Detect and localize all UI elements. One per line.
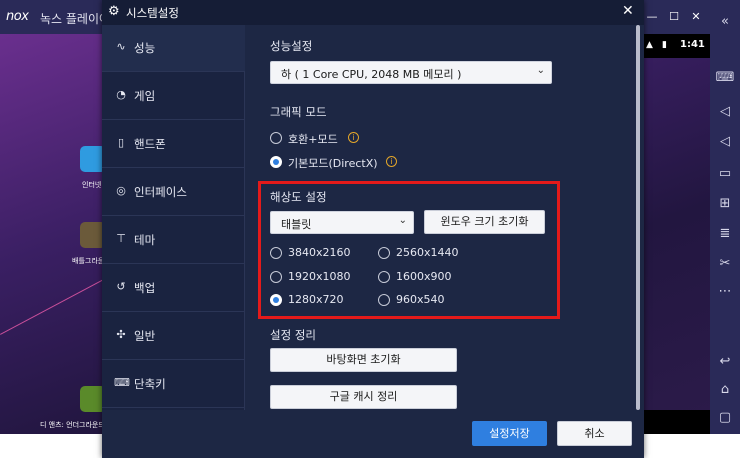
sidebar-item-label: 인터페이스: [134, 185, 187, 199]
nox-right-toolbar: « ⌨ ◁ ◁ ▭ ⊞ ≣ ✂ ⋯ ↩ ⌂ ▢: [710, 0, 740, 434]
signal-icon: ▲: [646, 40, 653, 50]
sidebar-item-label: 테마: [134, 233, 156, 247]
android-statusbar: ▲ ▮ 1:41: [640, 34, 710, 58]
sidebar-item-general[interactable]: ✣ 일반: [102, 313, 245, 360]
settings-sidebar: ∿ 성능 ◔ 게임 ▯ 핸드폰 ◎ 인터페이스 ⊤ 테마 ↺ 백업 ✣ 일반 ⌨…: [102, 25, 245, 433]
collapse-icon[interactable]: «: [710, 10, 740, 34]
recent-apps-icon[interactable]: ▢: [710, 406, 740, 430]
volume-down-icon[interactable]: ◁: [710, 130, 740, 154]
dialog-titlebar: ⚙ 시스템설정 ✕: [102, 0, 644, 25]
home-icon[interactable]: ⌂: [710, 378, 740, 402]
sidebar-item-label: 일반: [134, 329, 156, 343]
radio-compat[interactable]: [270, 132, 282, 144]
screen: nox 녹스 플레이어 — ☐ ✕ 인터넷 배틀그라운드 디 앤츠: 언더그라운…: [0, 0, 740, 458]
cancel-button[interactable]: 취소: [557, 421, 632, 446]
clear-google-cache-button[interactable]: 구글 캐시 정리: [270, 385, 457, 409]
performance-title: 성능설정: [270, 39, 313, 53]
chevron-down-icon: ⌄: [536, 65, 545, 76]
android-nav-strip: [640, 410, 710, 434]
gear-icon: ⚙: [108, 4, 120, 19]
sidebar-item-shortcuts[interactable]: ⌨ 단축키: [102, 361, 245, 408]
puzzle-icon: ✣: [116, 328, 126, 341]
status-time: 1:41: [680, 39, 705, 50]
volume-up-icon[interactable]: ◁: [710, 100, 740, 124]
screen-icon[interactable]: ▭: [710, 162, 740, 186]
sidebar-item-label: 게임: [134, 89, 156, 103]
sidebar-item-game[interactable]: ◔ 게임: [102, 73, 245, 120]
graphics-option-directx[interactable]: 기본모드(DirectX) i: [270, 155, 420, 171]
shirt-icon: ⊤: [116, 232, 126, 245]
resolution-highlight-box: [258, 181, 560, 319]
sidebar-item-label: 핸드폰: [134, 137, 166, 151]
dialog-close-icon[interactable]: ✕: [622, 3, 634, 19]
interface-icon: ◎: [116, 184, 126, 197]
performance-select-value: 하 ( 1 Core CPU, 2048 MB 메모리 ): [281, 68, 462, 81]
nox-logo: nox: [6, 9, 29, 24]
battery-icon: ▮: [662, 40, 667, 50]
sidebar-item-theme[interactable]: ⊤ 테마: [102, 217, 245, 264]
reset-desktop-button[interactable]: 바탕화면 초기화: [270, 348, 457, 372]
system-settings-dialog: ⚙ 시스템설정 ✕ ∿ 성능 ◔ 게임 ▯ 핸드폰 ◎ 인터페이스 ⊤ 테마 ↺…: [102, 0, 644, 458]
performance-select[interactable]: 하 ( 1 Core CPU, 2048 MB 메모리 ) ⌄: [270, 61, 552, 84]
keyboard-icon[interactable]: ⌨: [710, 66, 740, 90]
sidebar-item-label: 단축키: [134, 377, 166, 391]
sidebar-item-backup[interactable]: ↺ 백업: [102, 265, 245, 312]
nox-title: 녹스 플레이어: [40, 12, 111, 26]
pulse-icon: ∿: [116, 40, 126, 53]
graphics-option-label: 호환+모드: [288, 133, 338, 146]
save-settings-button[interactable]: 설정저장: [472, 421, 547, 446]
add-apk-icon[interactable]: ⊞: [710, 192, 740, 216]
keyboard-icon: ⌨: [114, 376, 130, 389]
sidebar-item-label: 백업: [134, 281, 156, 295]
settings-content: 성능설정 하 ( 1 Core CPU, 2048 MB 메모리 ) ⌄ 그래픽…: [246, 25, 636, 433]
graphics-option-compat[interactable]: 호환+모드 i: [270, 131, 390, 147]
scissors-icon[interactable]: ✂: [710, 252, 740, 276]
more-icon[interactable]: ⋯: [710, 280, 740, 304]
info-icon[interactable]: i: [386, 156, 397, 167]
close-icon[interactable]: ✕: [688, 9, 704, 25]
sidebar-item-phone[interactable]: ▯ 핸드폰: [102, 121, 245, 168]
graphics-option-label: 기본모드(DirectX): [288, 157, 378, 170]
dialog-title: 시스템설정: [126, 6, 179, 20]
phone-icon: ▯: [117, 136, 125, 149]
maximize-icon[interactable]: ☐: [666, 9, 682, 25]
sidebar-item-performance[interactable]: ∿ 성능: [102, 25, 245, 72]
stack-icon[interactable]: ≣: [710, 222, 740, 246]
graphics-title: 그래픽 모드: [270, 105, 327, 119]
content-scrollbar[interactable]: [634, 25, 642, 410]
radio-directx[interactable]: [270, 156, 282, 168]
gamepad-icon: ◔: [116, 88, 126, 101]
minimize-icon[interactable]: —: [644, 9, 660, 25]
cleanup-title: 설정 정리: [270, 328, 316, 342]
dialog-footer: 설정저장 취소: [102, 410, 644, 458]
app-label-ants: 디 앤츠: 언더그라운드: [40, 421, 105, 429]
app-label-browser: 인터넷: [82, 181, 102, 189]
sidebar-item-label: 성능: [134, 41, 156, 55]
back-icon[interactable]: ↩: [710, 350, 740, 374]
info-icon[interactable]: i: [348, 132, 359, 143]
scroll-thumb[interactable]: [636, 25, 640, 410]
sidebar-item-interface[interactable]: ◎ 인터페이스: [102, 169, 245, 216]
backup-icon: ↺: [116, 280, 126, 293]
